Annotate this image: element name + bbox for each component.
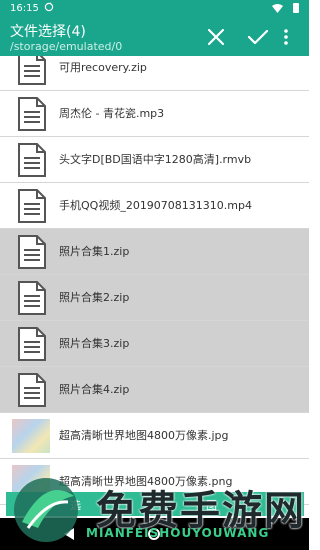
- file-name: 超高清晰世界地图4800万像素.jpg: [59, 429, 229, 442]
- document-icon: [16, 281, 48, 315]
- page-title: 文件选择(4): [10, 24, 86, 40]
- wifi-icon: [272, 4, 283, 13]
- document-icon: [16, 143, 48, 177]
- watermark-logo-icon: [14, 478, 78, 542]
- file-name: 照片合集1.zip: [59, 245, 130, 258]
- file-row[interactable]: 超高清晰世界地图4800万像素.jpg: [0, 413, 309, 459]
- file-list[interactable]: 可用recovery.zip 周杰伦 - 青花瓷.mp3 头文字D[BD国语中字12…: [0, 56, 309, 518]
- file-name: 照片合集2.zip: [59, 291, 130, 304]
- close-icon[interactable]: [204, 25, 228, 49]
- file-name: 照片合集4.zip: [59, 383, 130, 396]
- file-name: 可用recovery.zip: [59, 61, 147, 74]
- sync-icon: [44, 2, 54, 12]
- watermark-subtext: MIANFEISHOUYOUWANG: [86, 526, 270, 540]
- file-row[interactable]: 周杰伦 - 青花瓷.mp3: [0, 91, 309, 137]
- document-icon: [16, 327, 48, 361]
- status-bar: 16:15: [0, 0, 309, 18]
- image-thumbnail: [12, 419, 50, 453]
- file-row[interactable]: 手机QQ视频_20190708131310.mp4: [0, 183, 309, 229]
- document-icon: [16, 97, 48, 131]
- file-row[interactable]: 照片合集4.zip: [0, 367, 309, 413]
- document-icon: [16, 373, 48, 407]
- more-vert-icon[interactable]: [280, 25, 292, 49]
- document-icon: [16, 235, 48, 269]
- app-bar: 文件选择(4) /storage/emulated/0: [0, 18, 309, 56]
- battery-icon: [293, 3, 299, 13]
- check-icon[interactable]: [246, 25, 270, 49]
- file-row[interactable]: 照片合集1.zip: [0, 229, 309, 275]
- file-name: 周杰伦 - 青花瓷.mp3: [59, 107, 165, 120]
- current-path: /storage/emulated/0: [10, 40, 123, 53]
- document-icon: [16, 56, 48, 85]
- file-row[interactable]: 头文字D[BD国语中字1280高清].rmvb: [0, 137, 309, 183]
- file-name: 头文字D[BD国语中字1280高清].rmvb: [59, 153, 252, 166]
- file-row[interactable]: 可用recovery.zip: [0, 56, 309, 91]
- file-name: 照片合集3.zip: [59, 337, 130, 350]
- status-time: 16:15: [10, 3, 39, 14]
- file-name: 手机QQ视频_20190708131310.mp4: [59, 199, 252, 212]
- file-row[interactable]: 照片合集3.zip: [0, 321, 309, 367]
- document-icon: [16, 189, 48, 223]
- file-row[interactable]: 照片合集2.zip: [0, 275, 309, 321]
